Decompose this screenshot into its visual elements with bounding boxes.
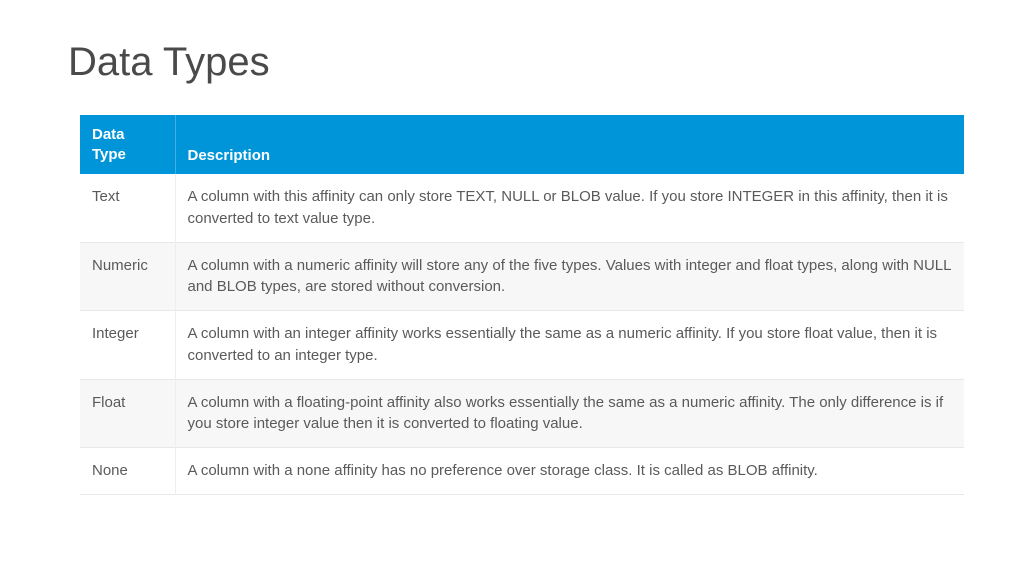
cell-type: Numeric [80,242,175,311]
cell-description: A column with a floating-point affinity … [175,379,964,448]
header-description: Description [175,115,964,174]
table-row: Float A column with a floating-point aff… [80,379,964,448]
table-row: None A column with a none affinity has n… [80,448,964,495]
cell-description: A column with this affinity can only sto… [175,174,964,242]
cell-description: A column with a none affinity has no pre… [175,448,964,495]
page-title: Data Types [68,40,964,85]
cell-type: Text [80,174,175,242]
table-header-row: Data Type Description [80,115,964,174]
table-row: Text A column with this affinity can onl… [80,174,964,242]
header-data-type: Data Type [80,115,175,174]
cell-description: A column with an integer affinity works … [175,311,964,380]
cell-description: A column with a numeric affinity will st… [175,242,964,311]
cell-type: Integer [80,311,175,380]
table-row: Integer A column with an integer affinit… [80,311,964,380]
cell-type: None [80,448,175,495]
table-row: Numeric A column with a numeric affinity… [80,242,964,311]
data-types-table: Data Type Description Text A column with… [80,115,964,495]
cell-type: Float [80,379,175,448]
